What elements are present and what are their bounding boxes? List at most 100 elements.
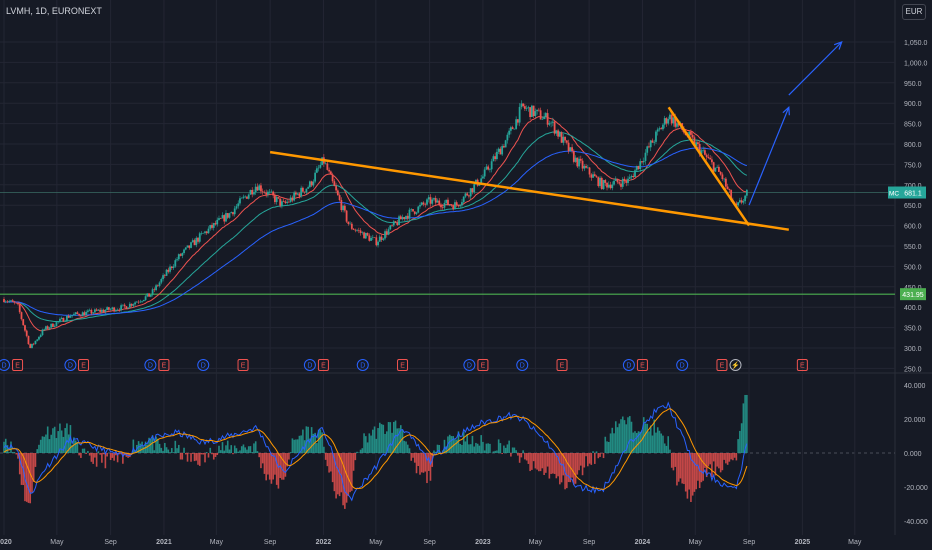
histogram-bar [85,453,87,454]
candle-body [406,215,409,219]
histogram-bar [593,453,596,464]
histogram-bar [13,452,16,453]
grid-lines [0,0,932,550]
candle-body [489,169,491,170]
candle-body [90,309,93,314]
histogram-bar [574,453,577,484]
histogram-bar [489,443,491,453]
histogram-bar [195,453,198,461]
candle-body [712,162,715,172]
histogram-bar [288,453,290,460]
candle-body [263,191,266,193]
histogram-bar [672,453,675,471]
histogram-bar [342,453,344,506]
candle-body [485,166,488,170]
candle-body [219,218,222,219]
candle-body [742,201,745,203]
candle-body [300,187,303,197]
candle-body [207,228,210,234]
currency-button[interactable]: EUR [902,4,926,20]
histogram-bar [443,439,446,453]
histogram-bar [655,432,657,453]
histogram-bar [41,436,44,453]
candle-body [539,110,542,120]
candle-body [191,240,194,243]
histogram-bar [8,452,11,453]
candle-body [709,158,712,160]
candle-body [118,309,121,311]
histogram-bar [740,423,743,453]
histogram-bar [113,453,115,461]
candle-body [541,119,544,120]
histogram-bar [611,427,614,453]
candle-body [10,300,12,302]
histogram-bar [728,453,731,462]
candle-body [284,201,287,203]
candle-body [462,196,465,203]
histogram-bar [232,453,234,455]
price-tick-label: 650.0 [904,203,922,210]
trading-chart[interactable]: D E D E D E D E D E D E D E D E D E D E ⚡ E 1,050.0 1,000.0 950… [0,0,932,550]
event-marker-label: D [1,363,6,370]
histogram-bar [545,453,547,473]
candle-body [543,116,546,120]
candle-body [436,200,439,203]
histogram-bar [52,428,54,453]
candle-body [707,156,710,159]
candle-body [83,312,86,316]
candle-body [702,150,705,151]
histogram-bar [448,434,451,453]
candle-body [515,119,518,129]
event-marker-label: D [201,363,206,370]
histogram-bar [487,443,489,453]
candle-body [457,205,460,207]
candle-body [503,146,505,148]
histogram-bar [254,441,257,453]
candle-body [53,325,56,327]
candle-body [403,217,406,219]
histogram-bar [469,444,472,453]
candle-body [97,309,100,311]
candle-body [142,299,145,302]
candle-body [134,302,136,305]
candle-body [80,315,82,317]
price-tick-label: 550.0 [904,244,922,251]
candle-body [431,199,434,204]
histogram-bar [501,453,503,455]
candle-body [340,200,343,211]
candle-body [99,309,102,312]
candle-body [125,306,128,309]
candle-body [146,293,149,297]
histogram-bar [714,453,717,476]
histogram-bar [700,453,703,483]
price-tick-label: 800.0 [904,142,922,149]
candle-body [658,128,661,130]
time-tick-label: May [50,539,64,546]
histogram-bar [396,428,399,453]
candle-body [102,309,105,312]
candle-body [232,212,234,215]
candle-body [366,232,369,236]
candle-body [571,147,573,151]
time-tick-label: 2024 [635,539,651,546]
histogram-bar [732,453,734,461]
histogram-bar [345,453,348,503]
histogram-bar [531,453,533,470]
histogram-bar [319,429,322,453]
histogram-bar [11,452,14,453]
candle-body [592,174,594,178]
histogram-bar [614,421,617,453]
histogram-bar [157,438,159,453]
histogram-bar [104,453,107,469]
histogram-bar [478,445,481,453]
candle-body [394,221,397,223]
histogram-bar [379,422,381,453]
histogram-bar [415,453,418,474]
histogram-bar [249,446,252,453]
candle-body [578,158,580,167]
candle-body [627,178,629,183]
candle-body [523,106,526,109]
histogram-bar [461,444,463,453]
candle-body [553,121,556,134]
histogram-bar [607,441,610,453]
